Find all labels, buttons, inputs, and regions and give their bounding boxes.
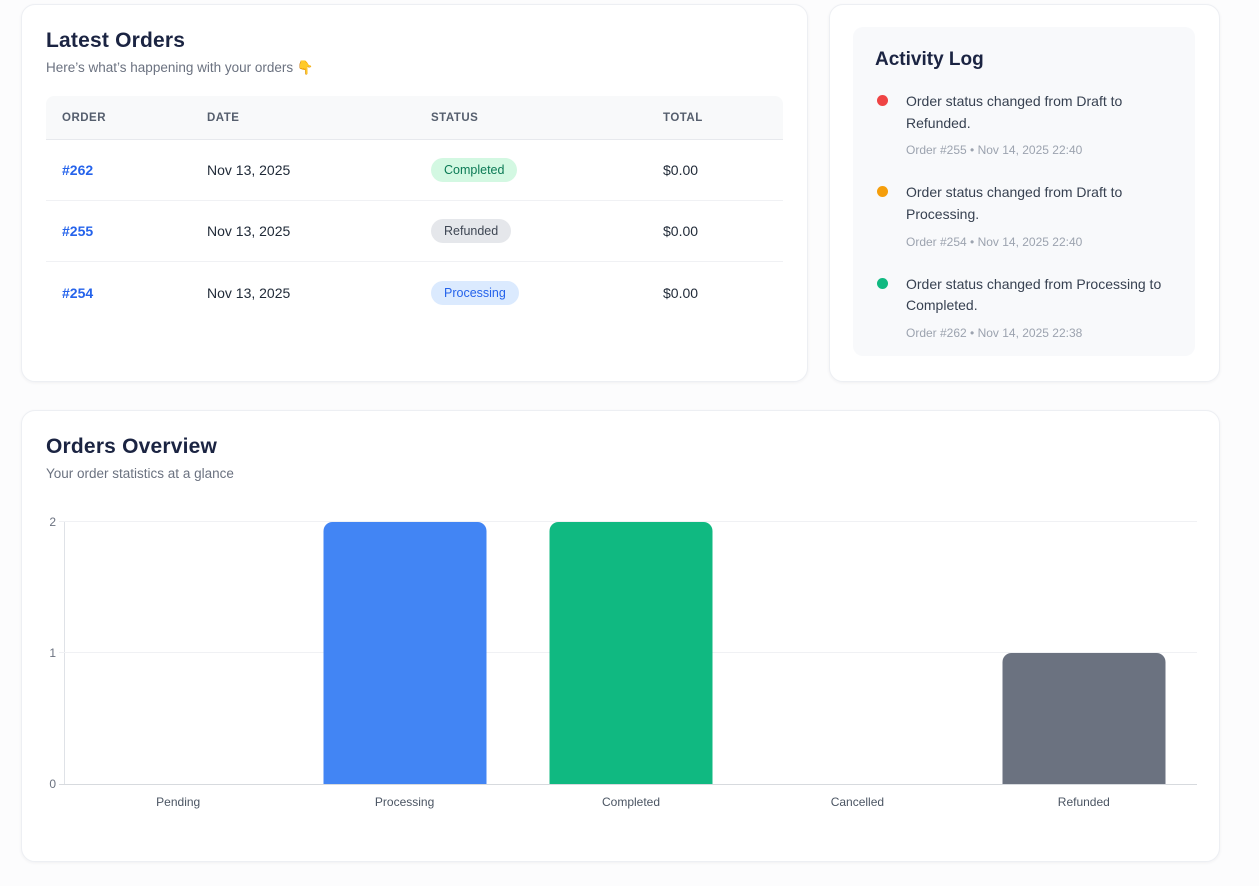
column-header-status: Status <box>415 112 647 124</box>
activity-list: Order status changed from Draft to Refun… <box>875 91 1173 340</box>
activity-item: Order status changed from Processing to … <box>875 274 1173 340</box>
latest-orders-title: Latest Orders <box>46 29 783 53</box>
x-axis-label: Completed <box>602 795 660 809</box>
x-axis-label: Processing <box>375 795 434 809</box>
activity-log-title: Activity Log <box>875 49 1173 71</box>
order-link[interactable]: #262 <box>62 162 93 178</box>
activity-item: Order status changed from Draft to Proce… <box>875 182 1173 248</box>
status-dot-icon <box>877 95 888 106</box>
activity-message: Order status changed from Draft to Proce… <box>906 182 1173 225</box>
orders-table: Order Date Status Total #262 Nov 13, 202… <box>46 96 783 323</box>
column-header-order: Order <box>46 112 191 124</box>
order-total: $0.00 <box>647 162 783 178</box>
orders-table-header: Order Date Status Total <box>46 96 783 140</box>
order-total: $0.00 <box>647 285 783 301</box>
order-link[interactable]: #254 <box>62 285 93 301</box>
column-header-total: Total <box>647 112 783 124</box>
status-dot-icon <box>877 186 888 197</box>
latest-orders-subtitle: Here’s what’s happening with your orders… <box>46 60 783 76</box>
y-axis-label: 0 <box>49 777 56 791</box>
activity-log-card: Activity Log Order status changed from D… <box>829 4 1220 382</box>
bar-refunded[interactable] <box>1002 653 1165 784</box>
activity-meta: Order #254 • Nov 14, 2025 22:40 <box>906 235 1173 249</box>
x-axis-label: Refunded <box>1058 795 1110 809</box>
x-axis-label: Cancelled <box>831 795 884 809</box>
orders-overview-card: Orders Overview Your order statistics at… <box>21 410 1220 862</box>
orders-overview-title: Orders Overview <box>46 435 1195 459</box>
bar-completed[interactable] <box>550 522 713 784</box>
table-row: #254 Nov 13, 2025 Processing $0.00 <box>46 262 783 323</box>
y-axis-label: 2 <box>49 515 56 529</box>
status-badge: Completed <box>431 158 517 182</box>
latest-orders-card: Latest Orders Here’s what’s happening wi… <box>21 4 808 382</box>
x-axis-label: Pending <box>156 795 200 809</box>
y-axis-label: 1 <box>49 646 56 660</box>
status-dot-icon <box>877 278 888 289</box>
column-header-date: Date <box>191 112 415 124</box>
order-total: $0.00 <box>647 223 783 239</box>
activity-log-panel: Activity Log Order status changed from D… <box>853 27 1195 356</box>
activity-meta: Order #255 • Nov 14, 2025 22:40 <box>906 143 1173 157</box>
order-date: Nov 13, 2025 <box>191 285 415 301</box>
chart-plot: 012 PendingProcessingCompletedCancelledR… <box>64 522 1197 785</box>
table-row: #262 Nov 13, 2025 Completed $0.00 <box>46 140 783 201</box>
orders-overview-subtitle: Your order statistics at a glance <box>46 466 1195 481</box>
activity-message: Order status changed from Processing to … <box>906 274 1173 317</box>
activity-message: Order status changed from Draft to Refun… <box>906 91 1173 134</box>
activity-item: Order status changed from Draft to Refun… <box>875 91 1173 157</box>
order-link[interactable]: #255 <box>62 223 93 239</box>
status-badge: Refunded <box>431 219 511 243</box>
axis-tick <box>59 784 65 785</box>
order-date: Nov 13, 2025 <box>191 223 415 239</box>
bar-processing[interactable] <box>323 522 486 784</box>
activity-meta: Order #262 • Nov 14, 2025 22:38 <box>906 326 1173 340</box>
order-date: Nov 13, 2025 <box>191 162 415 178</box>
status-badge: Processing <box>431 281 519 305</box>
table-row: #255 Nov 13, 2025 Refunded $0.00 <box>46 201 783 262</box>
